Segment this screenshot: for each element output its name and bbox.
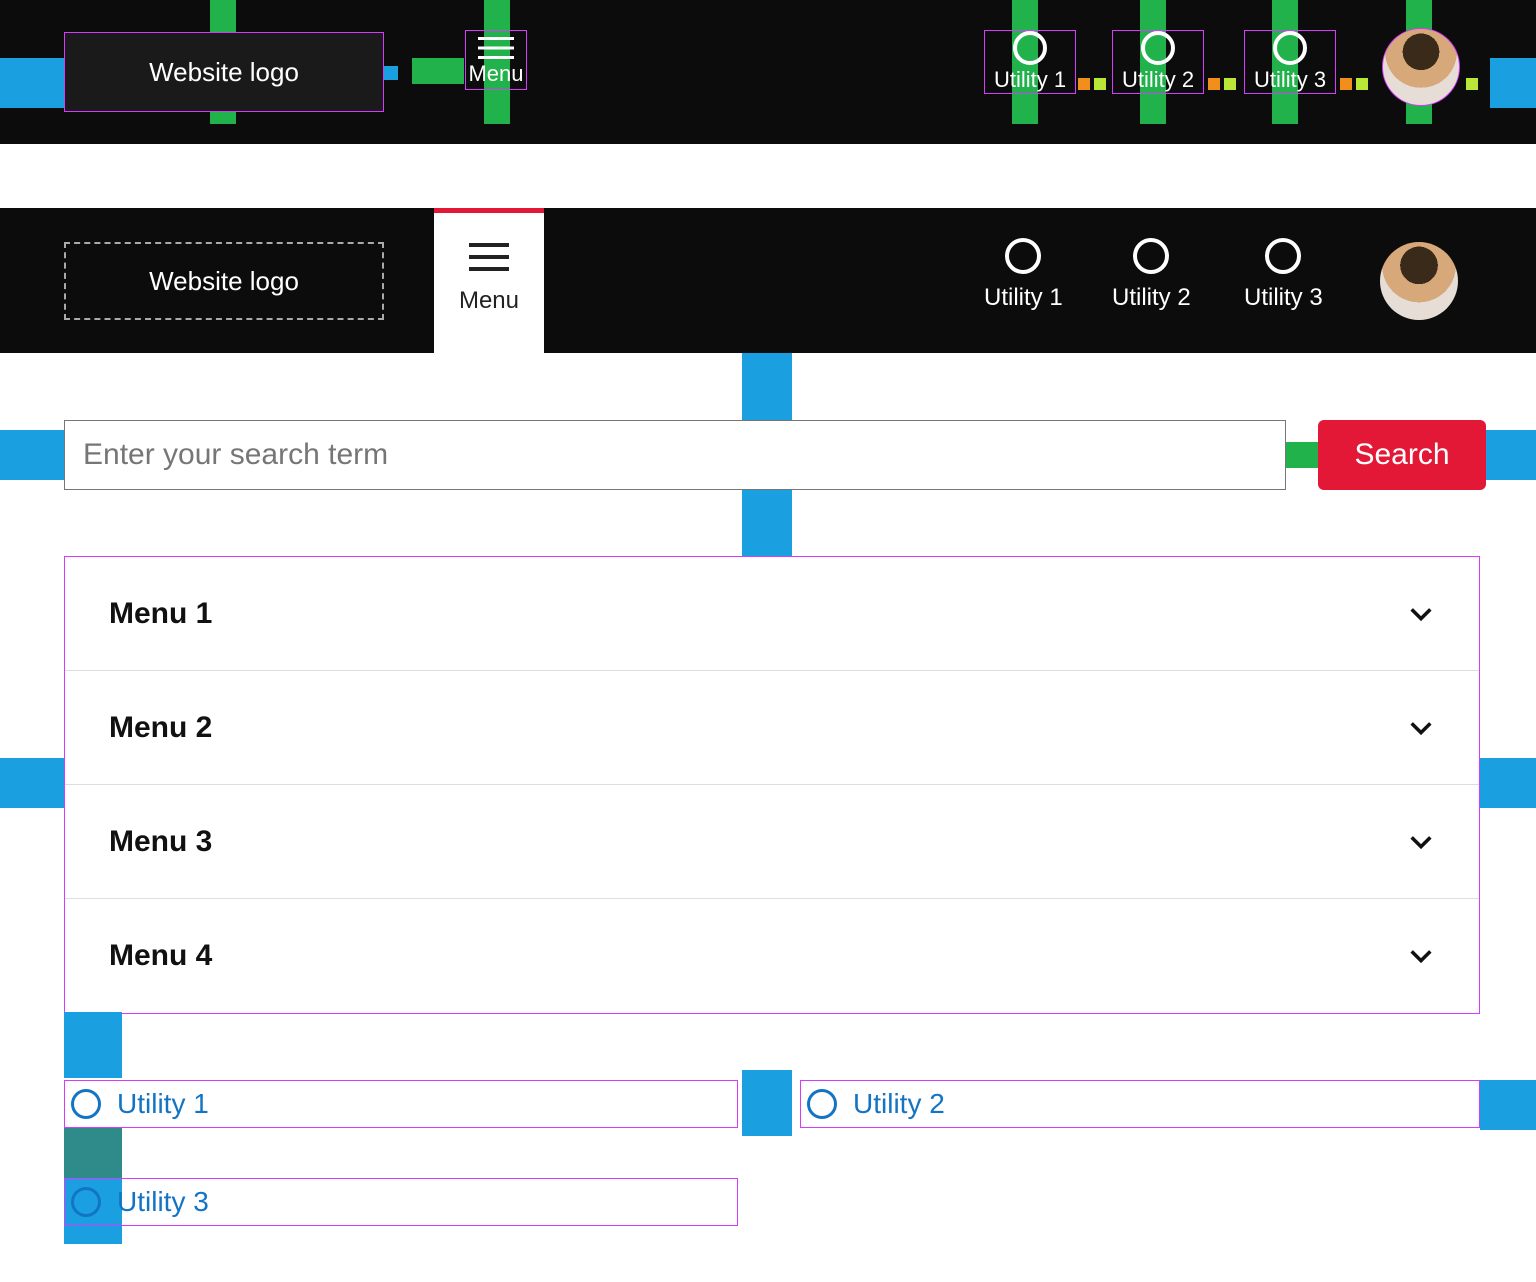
placeholder-icon [1013,31,1047,65]
hamburger-icon [478,37,514,59]
placeholder-icon [1265,238,1301,274]
selection-handle[interactable] [50,66,64,80]
spacer-marker [742,1070,792,1136]
spacing-handle[interactable] [1340,78,1352,90]
avatar[interactable] [1380,242,1458,320]
spacer-marker [742,490,792,556]
chevron-down-icon [1407,714,1435,742]
search-input[interactable] [64,420,1286,490]
menu-item-label: Menu 4 [109,939,212,973]
spacer-marker [1286,442,1318,468]
menu-item-4[interactable]: Menu 4 [65,899,1479,1013]
website-logo[interactable]: Website logo [64,242,384,320]
placeholder-icon [1005,238,1041,274]
menu-button-label: Menu [466,61,526,87]
spacer-marker [412,58,464,84]
utility-label: Utility 1 [984,284,1063,312]
menu-item-label: Menu 3 [109,825,212,859]
spacer-marker [64,1128,122,1178]
utility-link-3[interactable]: Utility 3 [64,1178,738,1226]
utility-item-2[interactable]: Utility 2 [1112,30,1204,94]
spacer-marker [0,430,64,480]
utility-item-3[interactable]: Utility 3 [1244,30,1336,94]
spacer-marker [1480,758,1536,808]
menu-item-3[interactable]: Menu 3 [65,785,1479,899]
utility-link-1[interactable]: Utility 1 [64,1080,738,1128]
menu-item-1[interactable]: Menu 1 [65,557,1479,671]
menu-item-label: Menu 2 [109,711,212,745]
selection-handle[interactable] [384,66,398,80]
website-logo-label: Website logo [149,266,299,297]
spacing-handle[interactable] [1356,78,1368,90]
spacing-handle[interactable] [1466,78,1478,90]
utility-link-label: Utility 2 [853,1088,945,1120]
utility-label: Utility 2 [1112,284,1191,312]
menu-list: Menu 1 Menu 2 Menu 3 Menu 4 [64,556,1480,1014]
avatar[interactable] [1382,28,1460,106]
utility-item-1[interactable]: Utility 1 [984,238,1063,312]
spacer-marker [742,353,792,420]
utility-link-label: Utility 3 [117,1186,209,1218]
utility-link-label: Utility 1 [117,1088,209,1120]
search-button[interactable]: Search [1318,420,1486,490]
chevron-down-icon [1407,942,1435,970]
placeholder-icon [71,1187,101,1217]
placeholder-icon [807,1089,837,1119]
placeholder-icon [1273,31,1307,65]
utility-item-3[interactable]: Utility 3 [1244,238,1323,312]
chevron-down-icon [1407,828,1435,856]
utility-label: Utility 3 [1244,284,1323,312]
utility-label: Utility 3 [1245,67,1335,93]
spacer-marker [1490,58,1536,108]
utility-item-1[interactable]: Utility 1 [984,30,1076,94]
website-logo-label: Website logo [149,57,299,88]
utility-link-2[interactable]: Utility 2 [800,1080,1480,1128]
menu-button-active[interactable]: Menu [434,208,544,353]
website-logo[interactable]: Website logo [64,32,384,112]
spacer-marker [0,758,64,808]
utility-label: Utility 2 [1113,67,1203,93]
utility-item-2[interactable]: Utility 2 [1112,238,1191,312]
menu-item-2[interactable]: Menu 2 [65,671,1479,785]
spacer-marker [1480,1080,1536,1130]
spacing-handle[interactable] [1224,78,1236,90]
placeholder-icon [1133,238,1169,274]
menu-button[interactable]: Menu [465,30,527,90]
chevron-down-icon [1407,600,1435,628]
spacing-handle[interactable] [1078,78,1090,90]
hamburger-icon [469,243,509,247]
placeholder-icon [71,1089,101,1119]
menu-button-label: Menu [434,287,544,315]
spacing-handle[interactable] [1094,78,1106,90]
menu-item-label: Menu 1 [109,597,212,631]
spacing-handle[interactable] [1208,78,1220,90]
utility-label: Utility 1 [985,67,1075,93]
gap [0,144,1536,208]
spacer-marker [1486,430,1536,480]
placeholder-icon [1141,31,1175,65]
spacer-marker [64,1012,122,1078]
